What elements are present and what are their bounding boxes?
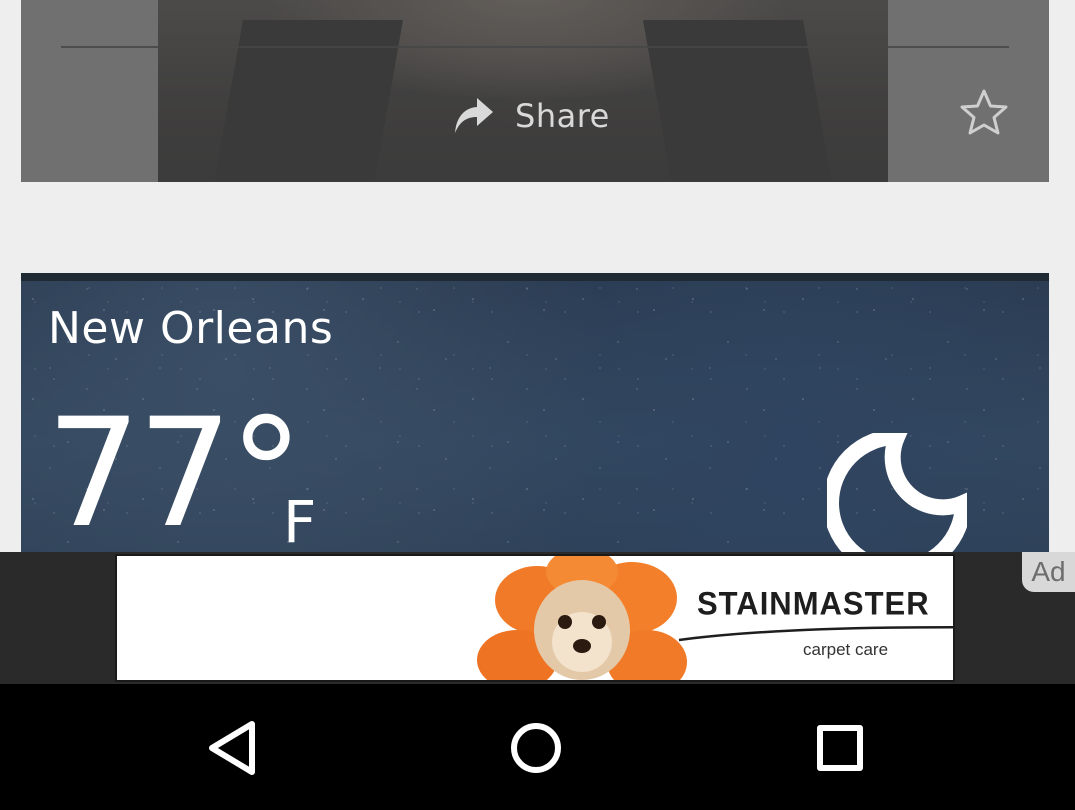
ad-brand-name: STAINMASTER (697, 585, 930, 622)
ad-tagline: carpet care (803, 640, 889, 659)
favorite-button[interactable] (957, 86, 1011, 144)
temperature-value: 77° (46, 387, 304, 561)
star-outline-icon (960, 89, 1008, 135)
share-arrow-icon (455, 98, 493, 133)
temperature-unit: F (283, 488, 317, 556)
chihuahua-flower-image (477, 556, 687, 680)
home-button[interactable] (506, 720, 566, 776)
share-label: Share (515, 97, 610, 135)
photo-overlay (21, 0, 1049, 182)
back-triangle-icon (209, 721, 255, 775)
city-name: New Orleans (48, 303, 334, 354)
share-button[interactable]: Share (451, 92, 610, 140)
ad-badge[interactable]: Ad (1022, 552, 1075, 592)
back-button[interactable] (204, 720, 264, 776)
news-card[interactable]: Share (21, 0, 1049, 182)
home-circle-icon (511, 723, 561, 773)
ad-creative[interactable]: STAINMASTER carpet care (115, 554, 955, 682)
card-divider (61, 46, 1009, 48)
ad-banner[interactable]: STAINMASTER carpet care Ad (0, 552, 1075, 684)
recents-button[interactable] (810, 720, 870, 776)
recents-square-icon (817, 725, 863, 771)
weather-card[interactable]: New Orleans 77° F (21, 273, 1049, 573)
system-nav-bar (0, 684, 1075, 810)
